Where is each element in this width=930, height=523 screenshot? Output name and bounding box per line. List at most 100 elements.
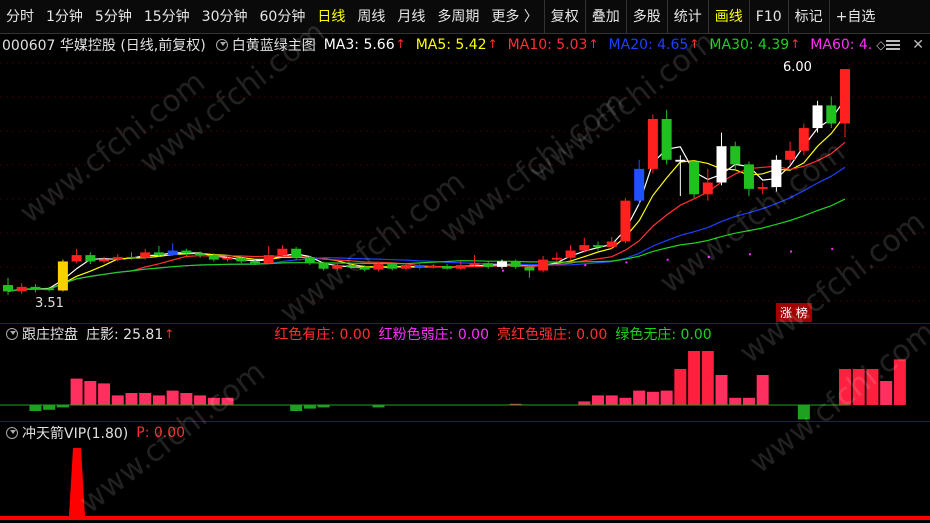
ma-label-2: MA10: 5.03 <box>507 37 588 53</box>
candle-body <box>30 286 41 289</box>
ma60-dot <box>831 247 834 250</box>
sub1-item-2: 亮红色强庄: 0.00 <box>497 327 608 343</box>
zhuang-bar <box>578 401 591 405</box>
candle-body <box>455 265 466 269</box>
price-high-label: 6.00 <box>783 60 812 75</box>
candle-body <box>551 257 562 260</box>
sub2-title[interactable]: 冲天箭VIP(1.80) <box>22 423 128 443</box>
period-tab-6[interactable]: 日线 <box>311 0 351 34</box>
candle-body <box>71 255 82 262</box>
zhuang-bar <box>98 383 111 405</box>
toolbar-button-0[interactable]: 复权 <box>543 0 585 34</box>
zhuang-bar <box>290 405 303 411</box>
sub2-dropdown-icon[interactable] <box>6 427 18 439</box>
ma60-dot <box>748 253 751 256</box>
stock-title: 000607 华媒控股 (日线,前复权) <box>2 38 206 54</box>
period-tab-3[interactable]: 15分钟 <box>138 0 196 34</box>
candle-body <box>647 118 658 169</box>
period-tab-9[interactable]: 多周期 <box>431 0 485 34</box>
indicator-name[interactable]: 白黄蓝绿主图 <box>232 35 316 55</box>
candle-body <box>263 255 274 264</box>
candle-body <box>85 255 96 262</box>
candle-body <box>57 261 68 291</box>
toolbar-button-3[interactable]: 统计 <box>666 0 708 34</box>
candle-body <box>826 105 837 124</box>
menu-icon[interactable] <box>886 38 900 52</box>
zhangbang-badge[interactable]: 涨 榜 <box>776 303 812 322</box>
candle-body <box>510 261 521 267</box>
main-indicator-bar: 000607 华媒控股 (日线,前复权) 白黄蓝绿主图 MA3: 5.66 ↑ MA… <box>0 35 930 55</box>
zhuang-bar <box>619 397 632 405</box>
period-tab-7[interactable]: 周线 <box>351 0 391 34</box>
candle-body <box>44 288 55 291</box>
period-tab-8[interactable]: 月线 <box>391 0 431 34</box>
candle-body <box>332 265 343 269</box>
candle-body <box>785 150 796 160</box>
period-tab-2[interactable]: 5分钟 <box>89 0 138 34</box>
sub1-dropdown-icon[interactable] <box>6 328 18 340</box>
candle-body <box>3 285 13 292</box>
divider <box>0 421 930 422</box>
ma-up-arrow-icon: ↑ <box>689 37 700 51</box>
diamond-icon[interactable]: ◇ <box>876 38 885 52</box>
rocket-chart[interactable] <box>0 442 930 523</box>
ma-values: MA3: 5.66 ↑ MA5: 5.42 ↑ MA10: 5.03 ↑ MA20: 4.6… <box>324 37 873 53</box>
candle-body <box>99 259 110 262</box>
toolbar: 分时 1分钟 5分钟 15分钟 30分钟 60分钟 日线 周线 月线 多周期 更多 〉复权 叠加 多股统… <box>0 0 930 34</box>
toolbar-button-1[interactable]: 叠加 <box>584 0 626 34</box>
candle-body <box>565 250 576 258</box>
period-tab-10[interactable]: 更多 〉 <box>485 0 543 34</box>
zhuang-bar <box>866 369 879 405</box>
ma60-dot <box>584 264 587 267</box>
ma20-line <box>7 166 846 292</box>
candlestick-chart[interactable] <box>0 55 930 325</box>
ma60-dot <box>666 258 669 261</box>
candle-body <box>167 250 178 256</box>
candle-body <box>496 261 507 267</box>
toolbar-button-2[interactable]: 多股 <box>625 0 667 34</box>
candle-body <box>757 187 768 189</box>
zhuang-bar <box>125 393 138 405</box>
candle-body <box>126 256 137 259</box>
period-tab-0[interactable]: 分时 <box>0 0 40 34</box>
sub1-title[interactable]: 跟庄控盘 <box>22 324 78 344</box>
ma-up-arrow-icon: ↑ <box>588 37 599 51</box>
toolbar-button-4[interactable]: 画线 <box>707 0 749 34</box>
candle-body <box>414 265 425 268</box>
p-value: P: 0.00 <box>136 425 186 441</box>
rocket-baseline <box>0 516 930 520</box>
candle-body <box>277 248 288 256</box>
zhuang-bar <box>111 395 124 405</box>
ma-label-5: MA60: 4. <box>810 37 873 53</box>
candle-body <box>400 265 411 269</box>
ma60-dot <box>790 250 793 253</box>
zhuang-bar <box>797 405 810 420</box>
ma5-line <box>7 115 846 292</box>
candle-body <box>387 264 398 269</box>
candle-body <box>304 257 315 264</box>
ma60-dot <box>707 256 710 258</box>
indicator-dropdown-icon[interactable] <box>215 39 228 51</box>
candle-body <box>538 259 549 271</box>
candle-body <box>483 263 494 267</box>
candle-body <box>579 245 590 251</box>
period-tab-1[interactable]: 1分钟 <box>40 0 89 34</box>
toolbar-button-6[interactable]: 标记 <box>787 0 829 34</box>
zhuang-bar <box>29 405 42 411</box>
zhuang-bar-chart[interactable] <box>0 345 930 420</box>
zhuang-bar <box>166 390 179 405</box>
period-tab-4[interactable]: 30分钟 <box>196 0 254 34</box>
candle-body <box>634 168 645 201</box>
zhuang-bar <box>756 375 769 405</box>
ma60-dot <box>501 269 504 272</box>
toolbar-button-5[interactable]: F10 <box>748 0 788 34</box>
period-tab-5[interactable]: 60分钟 <box>254 0 312 34</box>
sub1-item-3: 绿色无庄: 0.00 <box>615 327 712 343</box>
ma-label-1: MA5: 5.42 <box>415 37 487 53</box>
close-icon[interactable]: ✕ <box>912 37 924 53</box>
ma-label-0: MA3: 5.66 <box>323 37 395 53</box>
candle-body <box>153 252 164 256</box>
zhuang-bar <box>605 395 618 405</box>
toolbar-button-7[interactable]: +自选 <box>828 0 882 34</box>
candle-body <box>702 182 713 195</box>
